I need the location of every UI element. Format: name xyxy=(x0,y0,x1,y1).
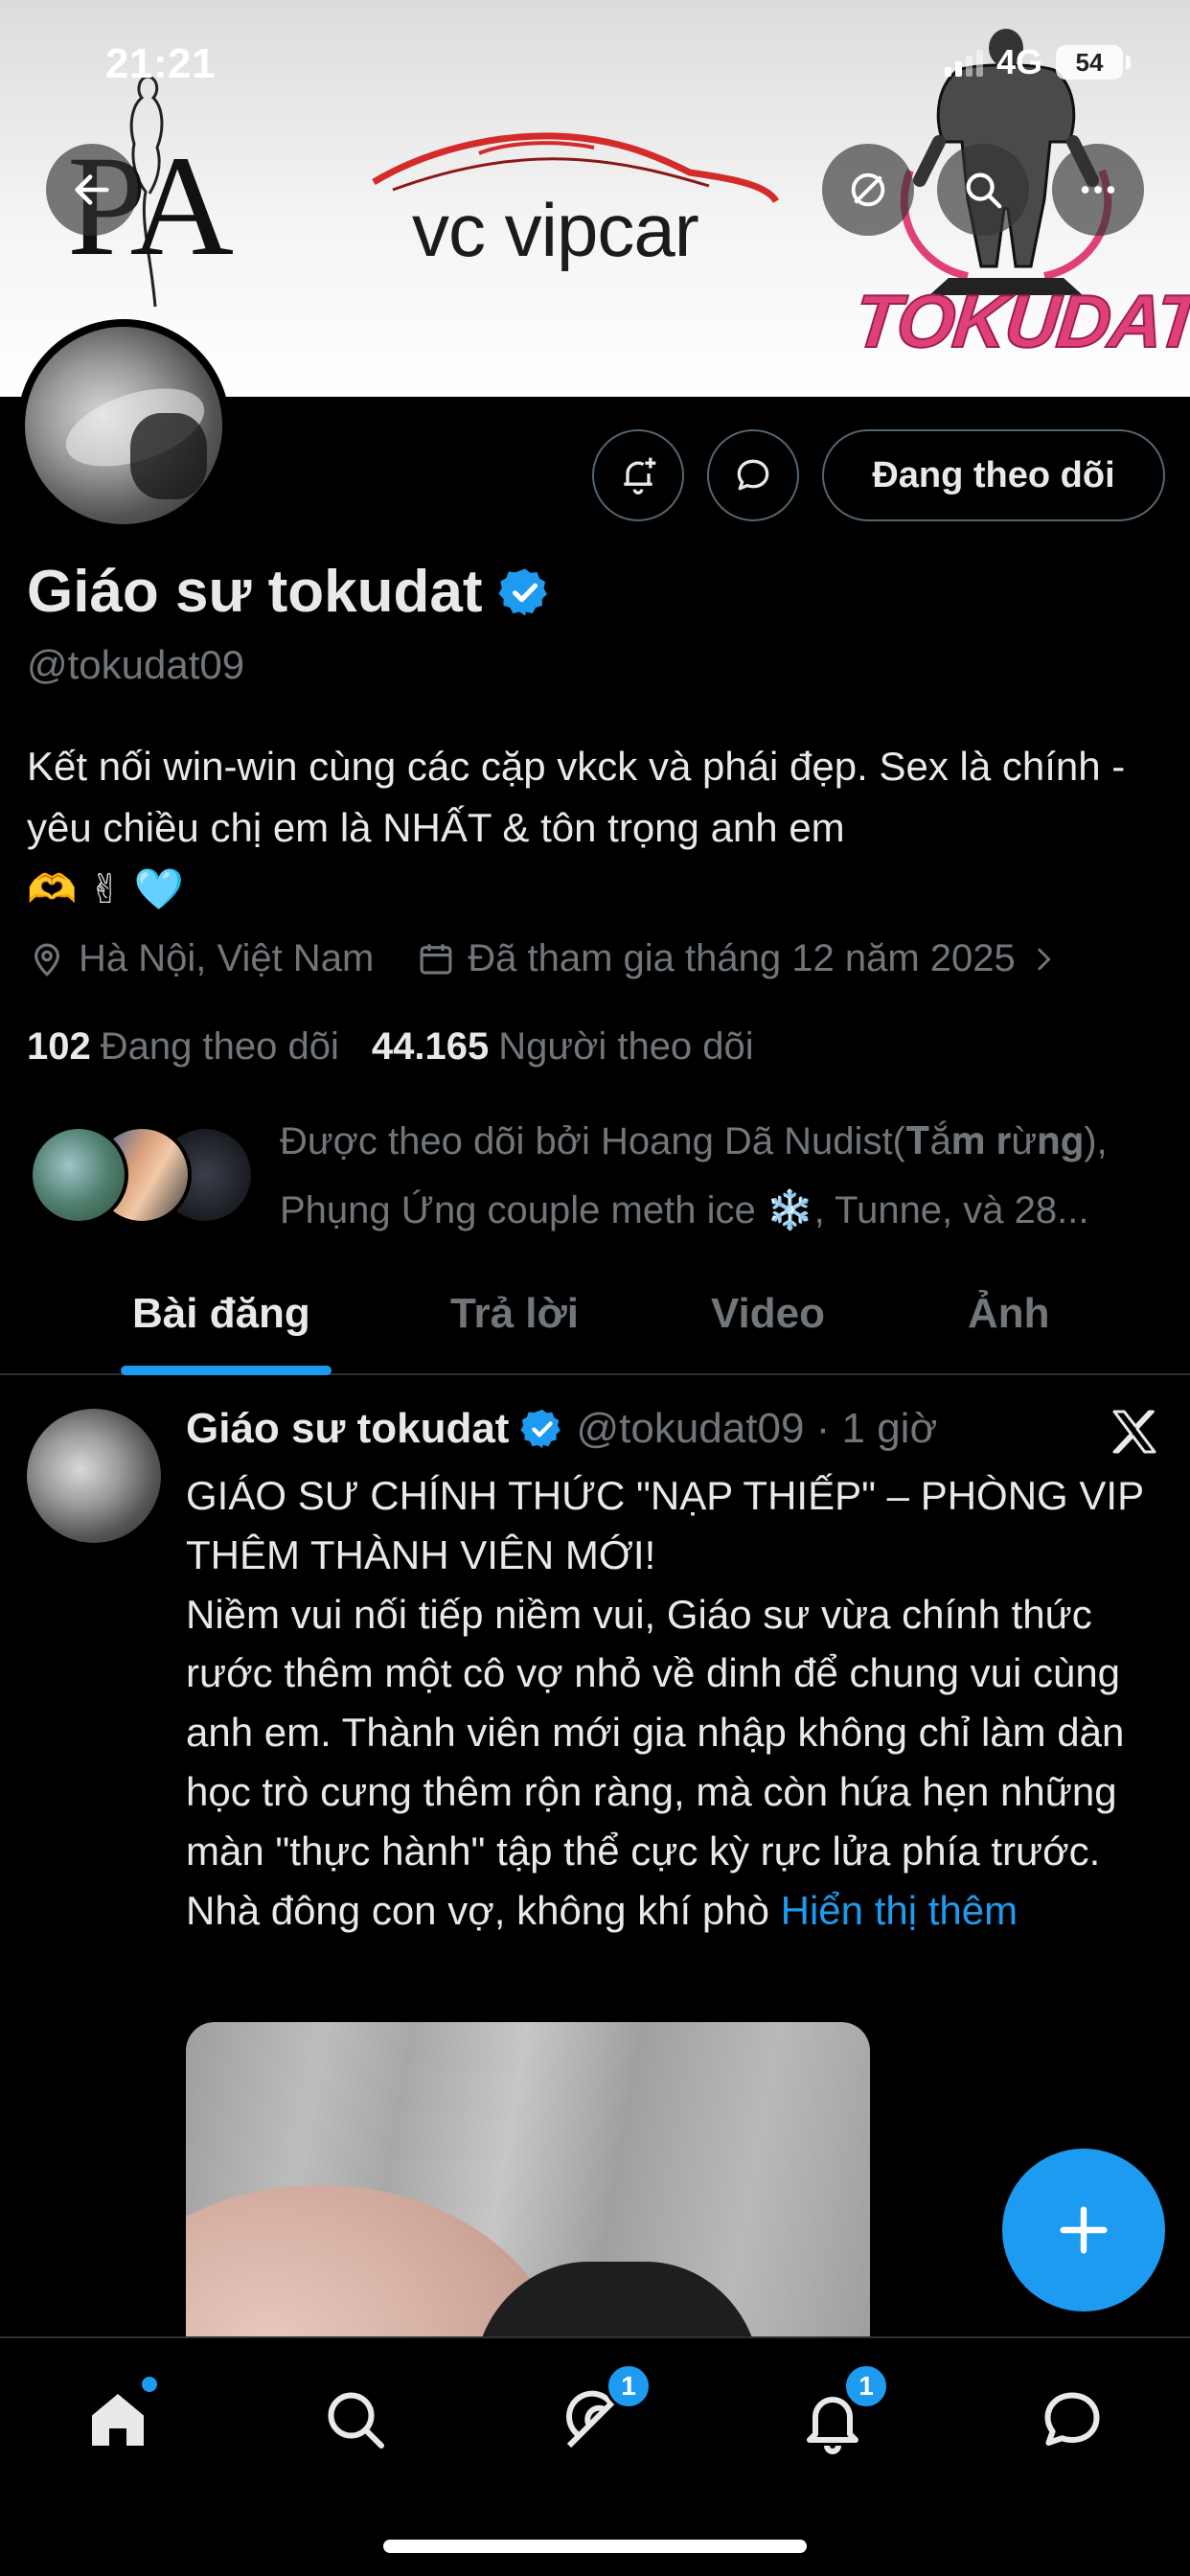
location-text: Hà Nội, Việt Nam xyxy=(79,937,375,979)
nav-home[interactable] xyxy=(75,2377,161,2463)
tokudat-logo-text: TOKUDAT xyxy=(849,278,1190,364)
followers-count: 44.165 xyxy=(371,1025,490,1068)
followed-by-text[interactable]: Được theo dõi bởi Hoang Dã Nudist(𝐓ắ𝐦 𝐫ừ… xyxy=(280,1107,1176,1245)
profile-tabs: Bài đăng Trả lời Video Ảnh xyxy=(0,1246,1190,1375)
followed-by-avatars[interactable] xyxy=(29,1125,259,1225)
active-tab-indicator xyxy=(121,1366,332,1375)
follow-stats: 102 Đang theo dõi 44.165 Người theo dõi xyxy=(27,1025,754,1069)
bell-plus-icon xyxy=(624,457,656,494)
post-header: Giáo sư tokudat @tokudat09 · 1 giờ xyxy=(186,1405,937,1453)
display-name-text: Giáo sư tokudat xyxy=(27,559,483,625)
translate-toggle-button[interactable] xyxy=(822,144,914,236)
calendar-icon xyxy=(420,943,452,975)
show-more-link[interactable]: Hiển thị thêm xyxy=(781,1888,1018,1933)
network-label: 4G xyxy=(995,42,1042,81)
vipcar-logo-text: vc vipcar xyxy=(412,188,699,272)
post-line-tail-text: Nhà đông con vợ, không khí phò xyxy=(186,1887,769,1933)
following-button[interactable]: Đang theo dõi xyxy=(822,429,1165,521)
verified-badge-icon[interactable] xyxy=(497,565,552,619)
notifications-badge: 1 xyxy=(843,2363,889,2409)
tab-replies[interactable]: Trả lời xyxy=(450,1290,579,1338)
post-line-body: Niềm vui nối tiếp niềm vui, Giáo sư vừa … xyxy=(186,1591,1125,1874)
followers-stat[interactable]: 44.165 Người theo dõi xyxy=(372,1025,754,1069)
profile-avatar[interactable] xyxy=(17,319,230,532)
profile-display-name: Giáo sư tokudat xyxy=(27,558,552,626)
profile-handle: @tokudat09 xyxy=(27,642,245,687)
followers-label: Người theo dõi xyxy=(498,1025,754,1068)
battery-icon: 54 xyxy=(1056,45,1131,80)
post-line-title: GIÁO SƯ CHÍNH THỨC "NẠP THIẾP" – PHÒNG V… xyxy=(186,1473,1144,1577)
post-text[interactable]: GIÁO SƯ CHÍNH THỨC "NẠP THIẾP" – PHÒNG V… xyxy=(186,1466,1173,1940)
message-icon xyxy=(737,459,769,491)
bottom-navigation: 1 1 xyxy=(0,2336,1190,2576)
status-time: 21:21 xyxy=(105,40,217,87)
more-button[interactable] xyxy=(1052,144,1144,236)
notify-button[interactable] xyxy=(592,429,684,521)
post-author-avatar[interactable] xyxy=(27,1409,161,1543)
following-stat[interactable]: 102 Đang theo dõi xyxy=(27,1025,339,1069)
nav-messages[interactable] xyxy=(1029,2377,1115,2463)
search-icon xyxy=(328,2392,384,2449)
home-icon xyxy=(92,2394,144,2446)
search-button[interactable] xyxy=(937,144,1029,236)
x-logo-icon xyxy=(1112,1410,1156,1454)
follower-avatar xyxy=(29,1125,128,1225)
following-label: Đang theo dõi xyxy=(100,1025,339,1068)
post-handle-time: @tokudat09 · 1 giờ xyxy=(576,1405,938,1452)
avatar-image xyxy=(25,327,222,524)
tab-videos[interactable]: Video xyxy=(711,1290,825,1338)
bio-text: Kết nối win-win cùng các cặp vkck và phá… xyxy=(27,744,1126,850)
post-line-tail: Nhà đông con vợ, không khí phò Hiển thị … xyxy=(186,1881,1173,1941)
back-button[interactable] xyxy=(46,144,138,236)
location-item: Hà Nội, Việt Nam xyxy=(27,937,374,980)
profile-bio: Kết nối win-win cùng các cặp vkck và phá… xyxy=(27,736,1167,920)
nav-notifications[interactable]: 1 xyxy=(790,2363,889,2463)
translate-off-icon xyxy=(851,172,885,207)
heart-hands-emoji: 🫶 xyxy=(27,866,78,911)
light-blue-heart-emoji: 🩵 xyxy=(133,866,184,911)
home-new-dot xyxy=(142,2377,157,2392)
tab-photos[interactable]: Ảnh xyxy=(968,1290,1050,1338)
grok-badge: 1 xyxy=(606,2363,652,2409)
message-button[interactable] xyxy=(707,429,799,521)
post-author-name[interactable]: Giáo sư tokudat xyxy=(186,1405,509,1453)
joined-item[interactable]: Đã tham gia tháng 12 năm 2025 xyxy=(416,937,1060,980)
victory-hand-emoji: ✌ xyxy=(88,866,123,911)
location-pin-icon xyxy=(34,943,59,977)
tab-posts[interactable]: Bài đăng xyxy=(132,1290,310,1338)
nav-grok[interactable]: 1 xyxy=(552,2363,652,2463)
search-icon xyxy=(966,172,1002,209)
joined-text: Đã tham gia tháng 12 năm 2025 xyxy=(468,937,1016,979)
nav-search[interactable] xyxy=(312,2377,399,2463)
verified-badge-icon xyxy=(520,1409,561,1449)
compose-post-button[interactable] xyxy=(1002,2149,1165,2312)
back-arrow-icon xyxy=(75,174,109,205)
messages-icon xyxy=(1044,2392,1100,2446)
chevron-right-icon xyxy=(1038,948,1051,970)
home-indicator[interactable] xyxy=(383,2540,807,2553)
signal-icon xyxy=(944,48,983,77)
more-icon xyxy=(1081,186,1115,194)
following-count: 102 xyxy=(27,1025,91,1068)
plus-icon xyxy=(1060,2206,1108,2254)
status-indicators: 4G 54 xyxy=(944,42,1131,82)
profile-meta: Hà Nội, Việt Nam Đã tham gia tháng 12 nă… xyxy=(27,937,1102,980)
